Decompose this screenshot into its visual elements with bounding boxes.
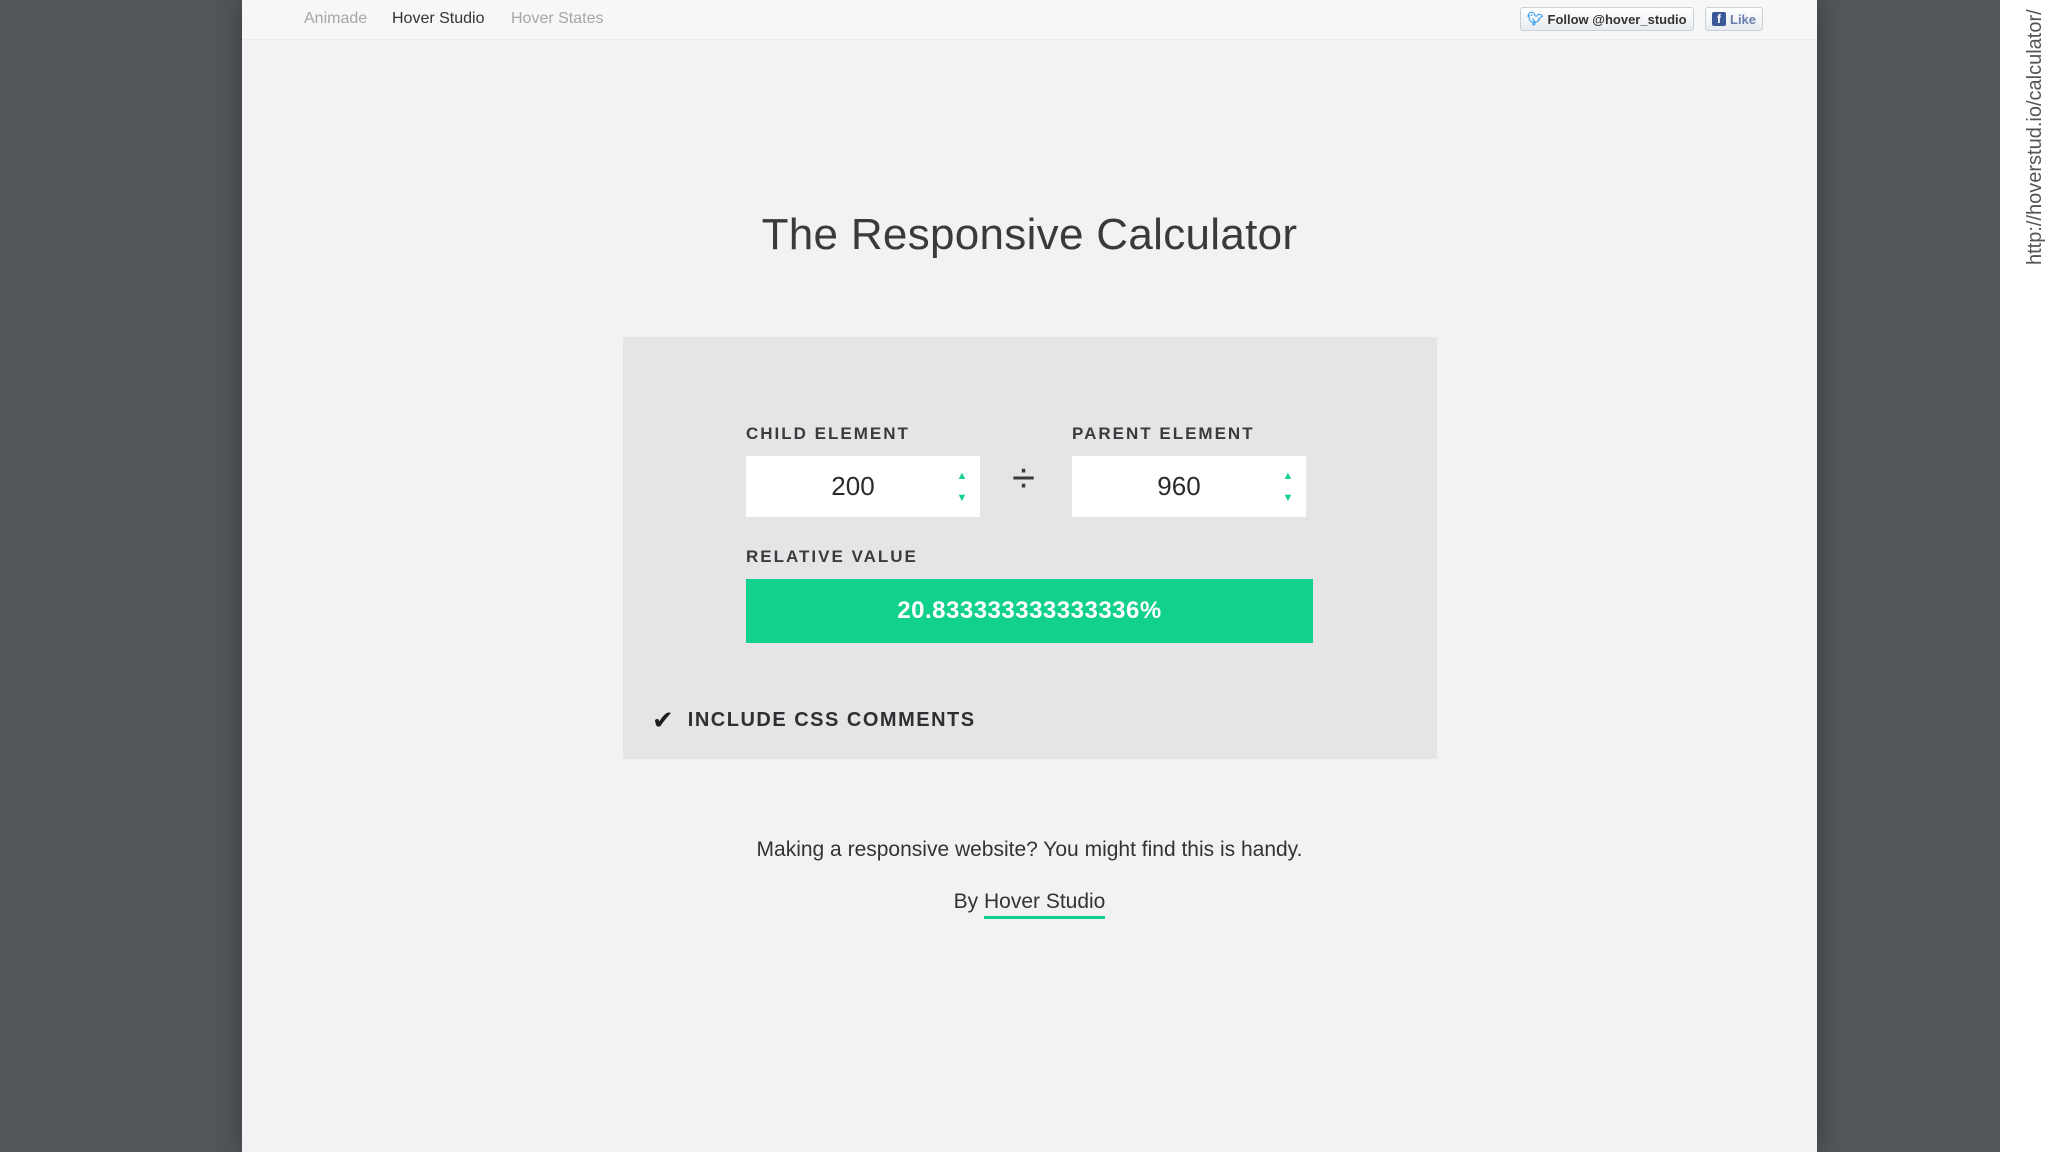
byline: By Hover Studio [242, 890, 1817, 919]
child-element-value: 200 [831, 471, 875, 501]
browser-page: Animade Hover Studio Hover States 🐦︎ Fol… [242, 0, 1817, 1152]
parent-element-value: 960 [1157, 471, 1201, 501]
child-element-input[interactable]: 200 ▲ ▼ [746, 456, 980, 517]
twitter-follow-button[interactable]: 🐦︎ Follow @hover_studio [1520, 7, 1694, 31]
include-css-comments-toggle[interactable]: ✔ INCLUDE CSS COMMENTS [652, 707, 976, 733]
checkmark-icon: ✔ [652, 705, 674, 735]
facebook-like-label: Like [1730, 11, 1757, 27]
triangle-down-icon[interactable]: ▼ [1283, 492, 1294, 504]
twitter-bird-icon: 🐦︎ [1527, 11, 1544, 26]
child-element-stepper[interactable]: ▲ ▼ [956, 470, 968, 504]
triangle-up-icon[interactable]: ▲ [1283, 470, 1294, 482]
triangle-up-icon[interactable]: ▲ [957, 470, 968, 482]
twitter-follow-label: Follow @hover_studio [1547, 11, 1687, 27]
nav-link-animade[interactable]: Animade [304, 10, 367, 28]
parent-element-stepper[interactable]: ▲ ▼ [1282, 470, 1294, 504]
calculator-panel: CHILD ELEMENT 200 ▲ ▼ ÷ PARENT ELEMENT 9… [623, 337, 1437, 759]
relative-value-label: RELATIVE VALUE [746, 547, 918, 566]
divide-icon: ÷ [1012, 454, 1036, 501]
side-url-label: http://hoverstud.io/calculator/ [2024, 9, 2046, 265]
facebook-f-icon: f [1712, 12, 1726, 26]
triangle-down-icon[interactable]: ▼ [957, 492, 968, 504]
parent-element-input[interactable]: 960 ▲ ▼ [1072, 456, 1306, 517]
page-title: The Responsive Calculator [761, 210, 1298, 259]
parent-element-label: PARENT ELEMENT [1072, 424, 1255, 443]
child-element-label: CHILD ELEMENT [746, 424, 910, 443]
hover-studio-link[interactable]: Hover Studio [983, 890, 1106, 919]
top-nav: Animade Hover Studio Hover States 🐦︎ Fol… [242, 0, 1817, 40]
include-css-comments-label: INCLUDE CSS COMMENTS [687, 708, 976, 731]
nav-link-hover-studio[interactable]: Hover Studio [392, 10, 485, 28]
tagline: Making a responsive website? You might f… [756, 838, 1303, 861]
facebook-like-button[interactable]: f Like [1705, 7, 1764, 31]
byline-prefix: By [953, 890, 979, 913]
relative-value-output[interactable]: 20.833333333333336% [746, 579, 1313, 643]
nav-link-hover-states[interactable]: Hover States [511, 10, 603, 28]
